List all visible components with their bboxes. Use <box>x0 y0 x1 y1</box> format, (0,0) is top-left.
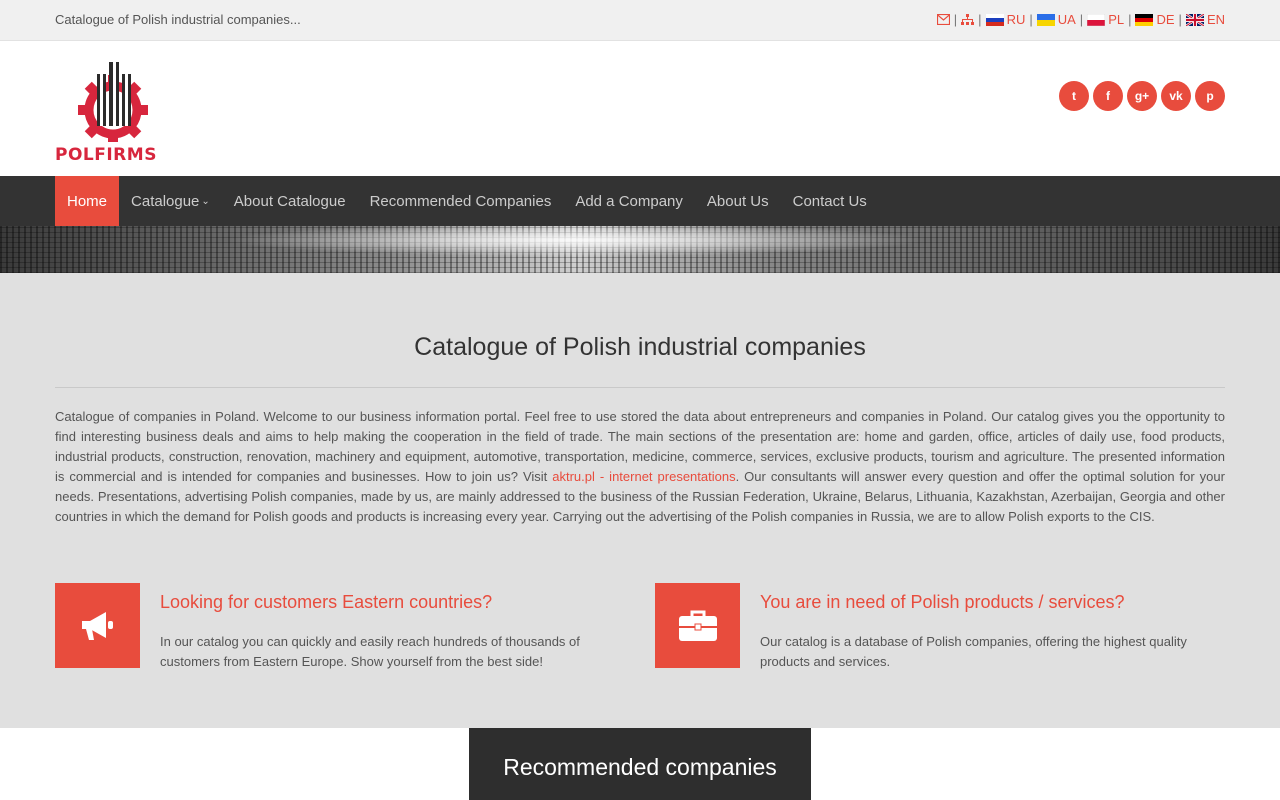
google-plus-icon: g+ <box>1134 89 1150 103</box>
vk-button[interactable]: vk <box>1161 81 1191 111</box>
language-de-link[interactable]: DE <box>1135 12 1175 27</box>
language-ru-label: RU <box>1006 12 1026 27</box>
intro-paragraph: Catalogue of companies in Poland. Welcom… <box>55 407 1225 527</box>
sitemap-icon[interactable] <box>961 14 975 25</box>
nav-item-about-us[interactable]: About Us <box>695 176 781 226</box>
nav-item-home[interactable]: Home <box>55 176 120 226</box>
logo-gear-icon <box>78 62 148 145</box>
poland-flag-icon <box>1087 13 1106 26</box>
language-ru-link[interactable]: RU <box>985 12 1026 27</box>
nav-item-catalogue[interactable]: Catalogue ⌄ <box>119 176 222 226</box>
ukraine-flag-icon <box>1036 13 1055 26</box>
pinterest-icon: p <box>1206 89 1214 103</box>
divider <box>55 387 1225 388</box>
site-header: POLFIRMS t f g+ vk p <box>0 41 1280 176</box>
language-en-link[interactable]: EN <box>1185 12 1225 27</box>
russia-flag-icon <box>985 13 1004 26</box>
nav-item-label: About Catalogue <box>233 192 346 210</box>
top-bar: Catalogue of Polish industrial companies… <box>0 0 1280 41</box>
logo-text: POLFIRMS <box>55 145 157 165</box>
site-tagline: Catalogue of Polish industrial companies… <box>55 12 301 27</box>
pinterest-button[interactable]: p <box>1195 81 1225 111</box>
twitter-icon: t <box>1072 89 1076 103</box>
nav-item-recommended-companies[interactable]: Recommended Companies <box>358 176 564 226</box>
nav-item-label: Catalogue <box>131 192 200 210</box>
page-title: Catalogue of Polish industrial companies <box>414 333 866 361</box>
aktru-link[interactable]: aktru.pl - internet presentations <box>552 469 735 484</box>
separator: | <box>978 12 982 27</box>
feature-products: You are in need of Polish products / ser… <box>655 583 1225 678</box>
language-pl-link[interactable]: PL <box>1087 12 1124 27</box>
feature-title: You are in need of Polish products / ser… <box>760 592 1125 612</box>
language-switcher: | | RU | UA | PL | DE | EN <box>936 12 1225 27</box>
nav-item-add-company[interactable]: Add a Company <box>563 176 695 226</box>
polfirms-logo[interactable]: POLFIRMS <box>55 60 171 165</box>
nav-item-about-catalogue[interactable]: About Catalogue <box>222 176 358 226</box>
main-content: Catalogue of Polish industrial companies… <box>0 273 1280 728</box>
nav-item-label: Recommended Companies <box>369 192 552 210</box>
facebook-icon: f <box>1106 89 1110 103</box>
hero-banner-image <box>0 226 1280 273</box>
envelope-icon[interactable] <box>936 14 950 25</box>
facebook-button[interactable]: f <box>1093 81 1123 111</box>
megaphone-icon <box>55 583 140 668</box>
feature-text: Our catalog is a database of Polish comp… <box>760 634 1187 669</box>
germany-flag-icon <box>1135 13 1154 26</box>
nav-item-label: About Us <box>706 192 769 210</box>
nav-item-label: Contact Us <box>792 192 867 210</box>
nav-item-label: Home <box>67 192 108 210</box>
chevron-down-icon: ⌄ <box>201 195 210 207</box>
separator: | <box>1029 12 1033 27</box>
feature-customers: Looking for customers Eastern countries?… <box>55 583 625 678</box>
uk-flag-icon <box>1185 13 1204 26</box>
nav-item-contact-us[interactable]: Contact Us <box>781 176 879 226</box>
separator: | <box>1128 12 1132 27</box>
feature-text: In our catalog you can quickly and easil… <box>160 634 580 669</box>
language-ua-label: UA <box>1057 12 1076 27</box>
recommended-companies-heading: Recommended companies <box>469 728 811 800</box>
separator: | <box>1079 12 1084 27</box>
briefcase-icon <box>655 583 740 668</box>
language-ua-link[interactable]: UA <box>1036 12 1076 27</box>
language-pl-label: PL <box>1108 12 1125 27</box>
google-plus-button[interactable]: g+ <box>1127 81 1157 111</box>
nav-item-label: Add a Company <box>575 192 683 210</box>
main-navigation: Home Catalogue ⌄ About Catalogue Recommen… <box>0 176 1280 226</box>
vk-icon: vk <box>1169 89 1183 103</box>
language-de-label: DE <box>1156 12 1175 27</box>
social-links: t f g+ vk p <box>1059 81 1225 111</box>
twitter-button[interactable]: t <box>1059 81 1089 111</box>
feature-title: Looking for customers Eastern countries? <box>160 592 493 612</box>
separator: | <box>953 12 958 27</box>
separator: | <box>1178 12 1182 27</box>
language-en-label: EN <box>1206 12 1225 27</box>
